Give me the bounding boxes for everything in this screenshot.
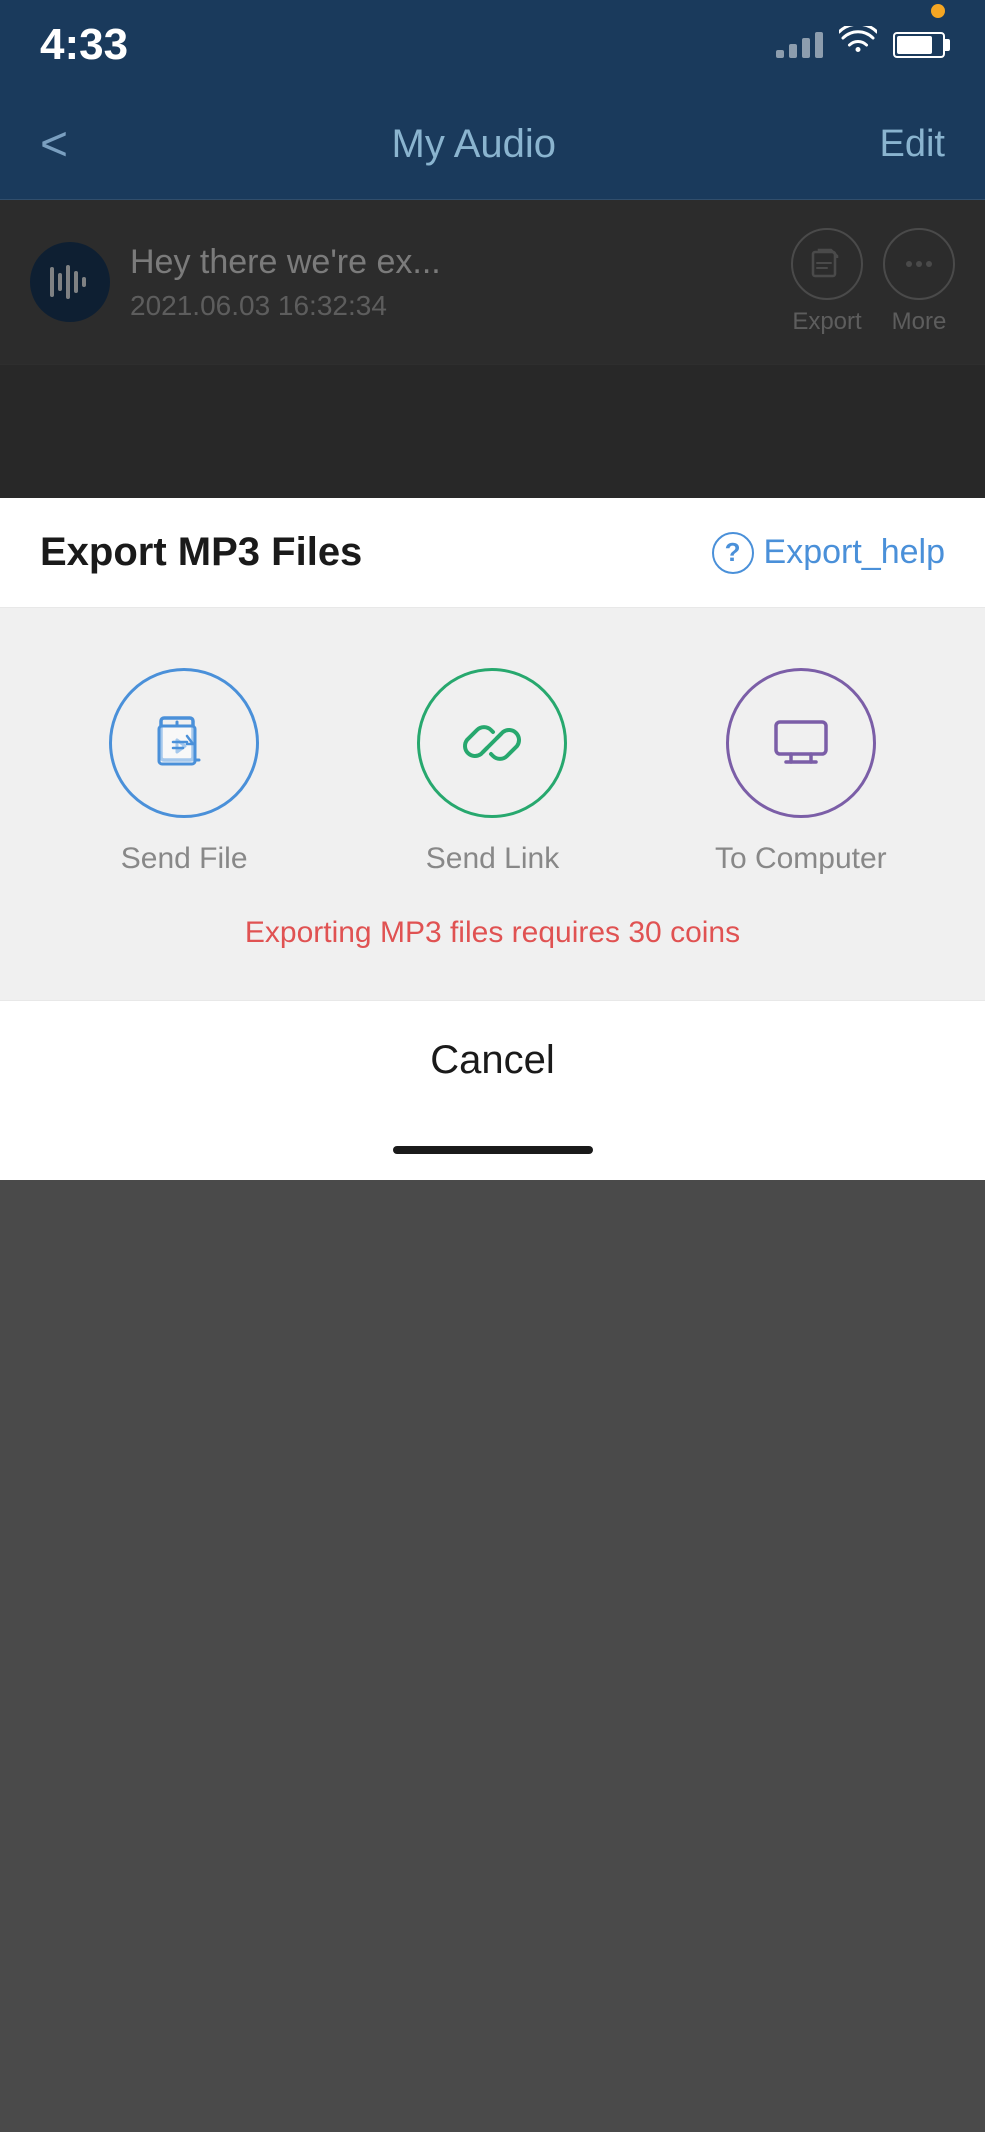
audio-avatar <box>30 242 110 322</box>
help-icon: ? <box>712 532 754 574</box>
more-button[interactable]: More <box>883 228 955 336</box>
help-label: Export_help <box>764 533 945 572</box>
to-computer-label: To Computer <box>715 842 887 876</box>
send-link-option[interactable]: Send Link <box>348 668 636 876</box>
send-file-option[interactable]: Send File <box>40 668 328 876</box>
main-content: Hey there we're ex... 2021.06.03 16:32:3… <box>0 200 985 1180</box>
battery-icon <box>893 32 945 58</box>
home-indicator <box>0 1120 985 1180</box>
options-section: Send File Send Link <box>0 608 985 1000</box>
notification-dot <box>931 4 945 18</box>
page-title: My Audio <box>392 122 557 167</box>
home-bar <box>393 1146 593 1154</box>
status-bar: 4:33 <box>0 0 985 90</box>
send-file-label: Send File <box>121 842 248 876</box>
edit-button[interactable]: Edit <box>880 123 945 166</box>
more-icon-circle <box>883 228 955 300</box>
options-row: Send File Send Link <box>40 668 945 876</box>
send-link-label: Send Link <box>426 842 559 876</box>
back-button[interactable]: < <box>40 117 68 172</box>
status-icons <box>776 26 945 64</box>
export-icon-circle <box>791 228 863 300</box>
export-help-button[interactable]: ? Export_help <box>712 532 945 574</box>
to-computer-option[interactable]: To Computer <box>657 668 945 876</box>
cancel-button[interactable]: Cancel <box>0 1000 985 1120</box>
audio-date: 2021.06.03 16:32:34 <box>130 290 771 322</box>
send-file-icon-circle <box>109 668 259 818</box>
export-label: Export <box>792 308 861 336</box>
send-link-icon-circle <box>417 668 567 818</box>
audio-list-item[interactable]: Hey there we're ex... 2021.06.03 16:32:3… <box>0 200 985 365</box>
export-header: Export MP3 Files ? Export_help <box>0 498 985 608</box>
signal-icon <box>776 32 823 58</box>
audio-actions: Export More <box>791 228 955 336</box>
export-button[interactable]: Export <box>791 228 863 336</box>
nav-bar: < My Audio Edit <box>0 90 985 200</box>
coins-message: Exporting MP3 files requires 30 coins <box>245 916 740 950</box>
export-sheet-title: Export MP3 Files <box>40 530 362 575</box>
status-time: 4:33 <box>40 20 128 70</box>
export-bottom-sheet: Export MP3 Files ? Export_help <box>0 498 985 1180</box>
to-computer-icon-circle <box>726 668 876 818</box>
wifi-icon <box>839 26 877 64</box>
audio-title: Hey there we're ex... <box>130 243 771 282</box>
audio-info: Hey there we're ex... 2021.06.03 16:32:3… <box>130 243 771 322</box>
more-label: More <box>892 308 947 336</box>
cancel-label: Cancel <box>430 1038 555 1083</box>
